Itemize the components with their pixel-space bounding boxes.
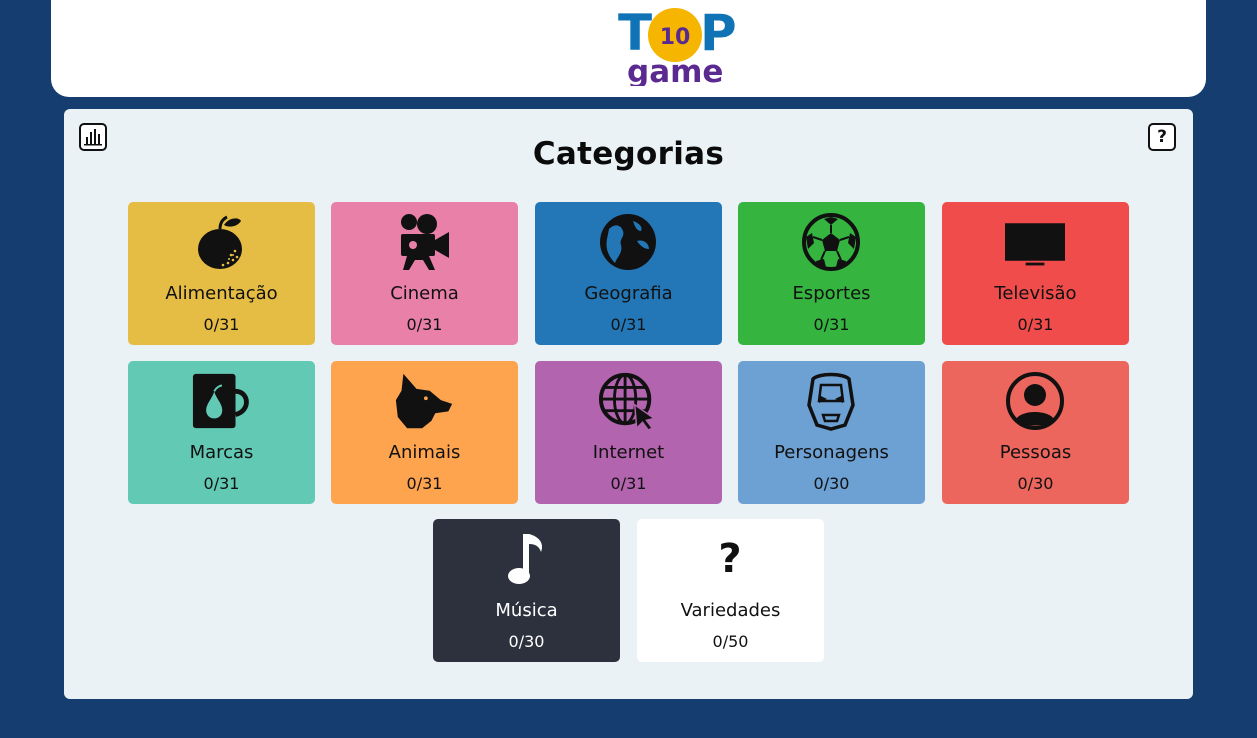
page-title: Categorias [532, 136, 725, 172]
movie-camera-icon [394, 212, 454, 272]
category-name: Animais [388, 442, 461, 463]
category-progress: 0/31 [610, 315, 647, 334]
category-progress: 0/31 [406, 315, 443, 334]
svg-text:game: game [627, 54, 723, 86]
category-name: Alimentação [165, 283, 278, 304]
dog-icon [394, 371, 454, 431]
category-card-marcas[interactable]: Marcas 0/31 [128, 361, 315, 504]
category-progress: 0/31 [813, 315, 850, 334]
category-name: Internet [592, 442, 665, 463]
category-progress: 0/31 [610, 474, 647, 493]
iron-mask-icon [801, 371, 861, 431]
category-card-animais[interactable]: Animais 0/31 [331, 361, 518, 504]
category-card-variedades[interactable]: ? Variedades 0/50 [637, 519, 824, 662]
category-name: Pessoas [999, 442, 1072, 463]
top10-game-logo[interactable]: T 10 P game [618, 2, 746, 86]
category-name: Televisão [994, 283, 1077, 304]
soccer-ball-icon [801, 212, 861, 272]
category-progress: 0/31 [203, 474, 240, 493]
category-progress: 0/50 [712, 632, 749, 651]
category-name: Música [495, 600, 558, 621]
category-name: Esportes [792, 283, 871, 304]
page: T 10 P game ? Categorias Alimentação 0/3… [0, 0, 1257, 738]
category-progress: 0/31 [203, 315, 240, 334]
category-card-personagens[interactable]: Personagens 0/30 [738, 361, 925, 504]
category-card-cinema[interactable]: Cinema 0/31 [331, 202, 518, 345]
person-icon [1005, 371, 1065, 431]
category-progress: 0/31 [406, 474, 443, 493]
category-card-alimentacao[interactable]: Alimentação 0/31 [128, 202, 315, 345]
category-progress: 0/30 [813, 474, 850, 493]
category-progress: 0/30 [1017, 474, 1054, 493]
category-name: Marcas [189, 442, 254, 463]
svg-text:10: 10 [660, 25, 691, 50]
mug-icon [191, 371, 251, 431]
category-progress: 0/31 [1017, 315, 1054, 334]
question-glyph: ? [718, 536, 742, 582]
header: T 10 P game [51, 0, 1206, 97]
web-cursor-icon [598, 371, 658, 431]
category-card-pessoas[interactable]: Pessoas 0/30 [942, 361, 1129, 504]
television-icon [1005, 212, 1065, 272]
music-note-icon [496, 529, 556, 589]
apple-icon [191, 212, 251, 272]
categories-panel: ? Categorias Alimentação 0/31 Cinema 0/3… [64, 109, 1193, 699]
category-name: Cinema [390, 283, 459, 304]
category-card-televisao[interactable]: Televisão 0/31 [942, 202, 1129, 345]
category-card-internet[interactable]: Internet 0/31 [535, 361, 722, 504]
category-card-musica[interactable]: Música 0/30 [433, 519, 620, 662]
category-card-esportes[interactable]: Esportes 0/31 [738, 202, 925, 345]
category-name: Variedades [680, 600, 781, 621]
category-name: Geografia [584, 283, 673, 304]
category-progress: 0/30 [508, 632, 545, 651]
category-name: Personagens [774, 442, 889, 463]
question-icon: ? [700, 529, 760, 589]
globe-icon [598, 212, 658, 272]
category-card-geografia[interactable]: Geografia 0/31 [535, 202, 722, 345]
